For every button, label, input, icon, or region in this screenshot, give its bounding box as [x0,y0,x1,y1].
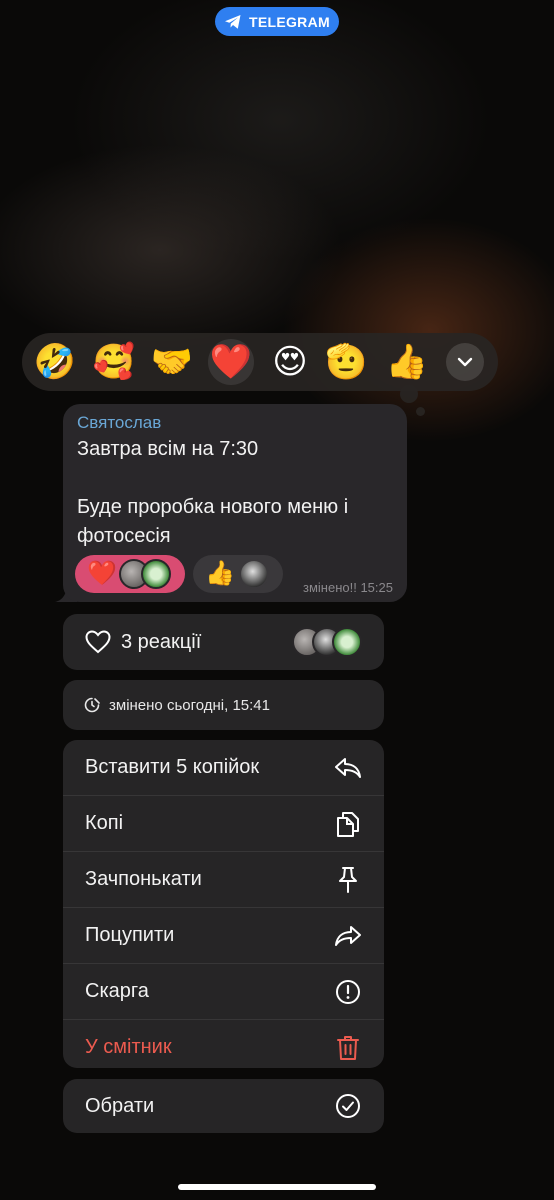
reactions-count: 3 реакції [121,630,202,653]
report-icon [334,978,362,1006]
message-sender[interactable]: Святослав [77,413,161,433]
reaction-smiling-hearts[interactable]: 🥰 [91,339,137,385]
edited-info-text: змінено сьогодні, 15:41 [109,696,270,714]
trash-icon [334,1034,362,1062]
reaction-chip-heart[interactable]: ❤️ [75,555,185,593]
telegram-icon [225,14,241,29]
menu-item-label: Зачпонькати [85,868,202,890]
menu-item-label: Копі [85,812,124,834]
chevron-down-icon [457,357,473,367]
reaction-chip-emoji: ❤️ [87,560,117,587]
select-section: Обрати [63,1079,384,1133]
menu-item-report[interactable]: Скарга [63,964,384,1020]
checkmark-circle-icon [334,1092,362,1120]
reaction-heart[interactable]: ❤️ [208,339,254,385]
reaction-avatars [292,626,362,658]
reaction-rofl[interactable]: 🤣 [32,339,78,385]
avatar [141,559,171,589]
reaction-thumbs-up[interactable]: 👍 [384,339,430,385]
menu-item-pin[interactable]: Зачпонькати [63,852,384,908]
menu-item-select[interactable]: Обрати [63,1079,384,1133]
status-pill-label: TELEGRAM [249,13,330,30]
message-bubble[interactable]: Святослав Завтра всім на 7:30 Буде проро… [63,404,407,602]
home-indicator[interactable] [178,1184,376,1190]
avatar [332,627,362,657]
menu-item-label: Обрати [85,1094,155,1117]
forward-icon [334,922,362,950]
avatar [239,559,269,589]
message-text-line-1: Завтра всім на 7:30 [77,438,259,460]
menu-item-forward[interactable]: Поцупити [63,908,384,964]
message-text-line-2: Буде проробка нового меню і [77,496,349,518]
reaction-picker: 🤣 🥰 🤝 ❤️ 😍 🫡 👍 [22,333,498,391]
menu-item-reply[interactable]: Вставити 5 копійок [63,740,384,796]
reaction-chip-thumbs-up[interactable]: 👍 [193,555,283,593]
message-edited-time: змінено!! 15:25 [303,580,393,595]
reaction-bar-tail-dot [416,407,425,416]
menu-item-label: Скарга [85,980,149,1002]
pin-icon [334,866,362,894]
reply-icon [334,754,362,782]
reaction-chip-emoji: 👍 [205,560,235,587]
telegram-status-pill[interactable]: TELEGRAM [215,7,339,36]
copy-icon [334,810,362,838]
menu-item-label: Поцупити [85,924,175,946]
menu-item-label: У смітник [85,1036,172,1058]
reactions-summary-section[interactable]: 3 реакції [63,614,384,670]
reaction-handshake[interactable]: 🤝 [149,339,195,385]
more-reactions-button[interactable] [446,343,484,381]
heart-outline-icon [85,630,111,654]
message-actions-menu: Вставити 5 копійок Копі Зачпонькати Поцу… [63,740,384,1068]
menu-item-copy[interactable]: Копі [63,796,384,852]
edited-clock-icon [84,697,100,713]
menu-item-label: Вставити 5 копійок [85,756,260,778]
menu-item-delete[interactable]: У смітник [63,1020,384,1068]
message-text-line-3: фотосесія [77,525,171,547]
reaction-salute[interactable]: 🫡 [325,339,365,385]
edited-info-section: змінено сьогодні, 15:41 [63,680,384,730]
reaction-heart-eyes[interactable]: 😍 [267,339,313,385]
